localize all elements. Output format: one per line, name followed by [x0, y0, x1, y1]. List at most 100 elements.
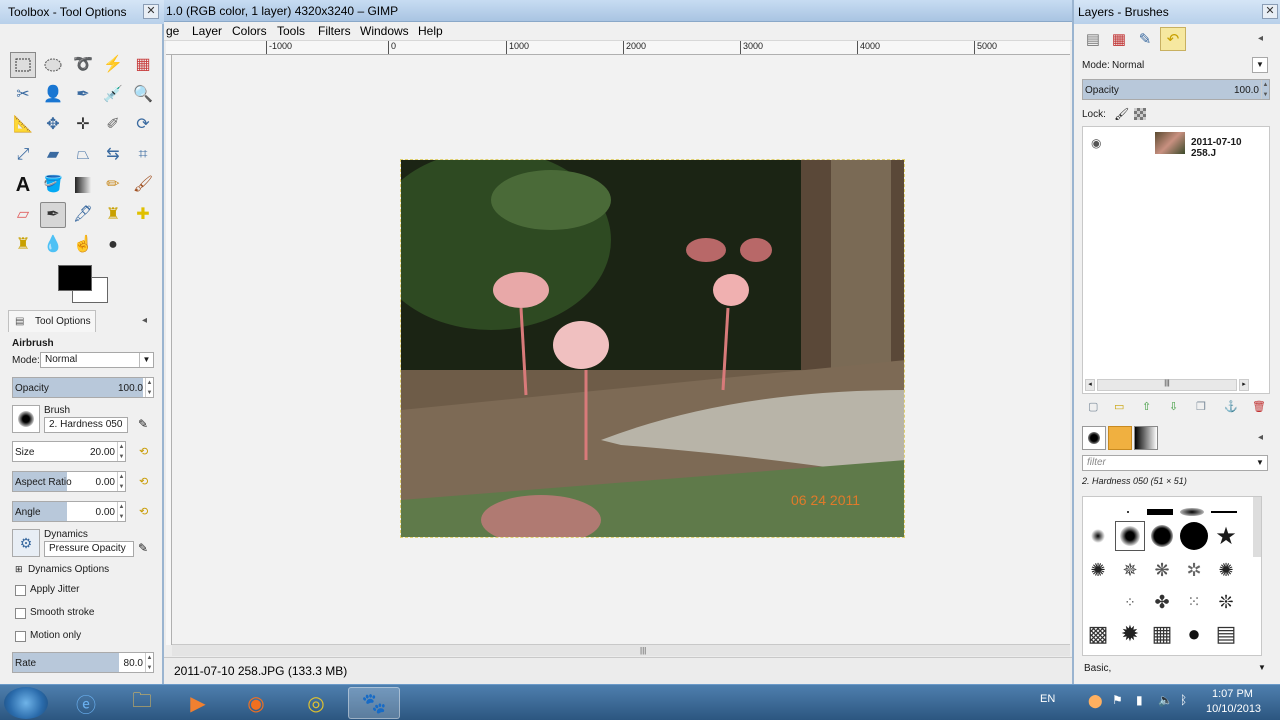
network-icon[interactable]: ▮ [1136, 693, 1143, 707]
start-button[interactable] [4, 687, 48, 719]
brush-field[interactable]: 2. Hardness 050 [44, 417, 128, 433]
brush-item[interactable]: ▦ [1147, 619, 1177, 649]
brush-item[interactable]: ⁘ [1115, 587, 1145, 617]
chevron-down-icon[interactable]: ▼ [1258, 663, 1266, 672]
dodge-burn-icon[interactable]: ● [100, 232, 126, 258]
brush-item[interactable]: ✲ [1179, 555, 1209, 585]
brush-item[interactable]: ● [1179, 619, 1209, 649]
reset-size-icon[interactable]: ⟲ [139, 445, 151, 459]
heal-icon[interactable]: ✚ [130, 202, 156, 228]
gimp-taskbar-icon[interactable]: 🐾 [348, 687, 400, 719]
foreground-select-icon[interactable]: 👤 [40, 82, 66, 108]
flamingo-photo[interactable]: 06 24 2011 [400, 159, 905, 538]
lock-pixels-icon[interactable]: 🖌 [1114, 107, 1129, 121]
layers-tab-icon[interactable]: ▤ [1080, 27, 1106, 51]
paintbrush-icon[interactable]: 🖌 [130, 172, 156, 198]
ellipse-select-icon[interactable] [40, 52, 66, 78]
motion-only-checkbox[interactable] [15, 631, 26, 642]
cage-icon[interactable]: ⌗ [130, 142, 156, 168]
menu-help[interactable]: Help [418, 24, 443, 38]
color-select-icon[interactable]: ▦ [130, 52, 156, 78]
lock-alpha-icon[interactable] [1134, 108, 1146, 120]
measure-icon[interactable]: 📐 [10, 112, 36, 138]
file-explorer-icon[interactable]: 🗀 [116, 687, 168, 719]
menu-layer[interactable]: Layer [192, 24, 222, 38]
brush-item[interactable]: ✹ [1115, 619, 1145, 649]
pencil-icon[interactable]: ✏ [100, 172, 126, 198]
dynamics-icon[interactable]: ⚙ [12, 529, 40, 557]
menu-colors[interactable]: Colors [232, 24, 267, 38]
brush-item[interactable]: ✺ [1083, 555, 1113, 585]
layer-list-scrollbar[interactable]: ||| [1097, 379, 1237, 391]
horizontal-scrollbar[interactable]: ||| [172, 644, 1070, 656]
spin-arrows-icon[interactable]: ▲ ▼ [1261, 80, 1269, 99]
tab-tool-options[interactable]: ▤ Tool Options [8, 310, 96, 332]
opacity-spin[interactable]: Opacity 100.0 ▲ ▼ [12, 377, 154, 398]
scale-icon[interactable]: ⤢ [10, 142, 36, 168]
scroll-left-icon[interactable]: ◂ [1085, 379, 1095, 391]
brush-item[interactable]: ✤ [1147, 587, 1177, 617]
clock-date[interactable]: 10/10/2013 [1206, 703, 1261, 715]
reset-aspect-icon[interactable]: ⟲ [139, 475, 151, 489]
clone-icon[interactable]: ♜ [100, 202, 126, 228]
blur-icon[interactable]: 💧 [40, 232, 66, 258]
tray-app-icon[interactable]: ⬤ [1088, 693, 1103, 709]
toolbox-titlebar[interactable]: Toolbox - Tool Options ✕ [0, 0, 164, 24]
brush-item[interactable]: ❋ [1147, 555, 1177, 585]
rotate-icon[interactable]: ⟳ [130, 112, 156, 138]
perspective-clone-icon[interactable]: ♜ [10, 232, 36, 258]
ink-icon[interactable]: 🖋 [70, 202, 96, 228]
brush-item[interactable] [1179, 521, 1209, 551]
align-icon[interactable]: ✛ [70, 112, 96, 138]
brush-preview[interactable] [12, 405, 40, 433]
menu-image[interactable]: ge [166, 24, 179, 38]
dock-close-button[interactable]: ✕ [1262, 4, 1278, 19]
eraser-icon[interactable]: ▱ [10, 202, 36, 228]
gradients-tab-icon[interactable] [1134, 426, 1158, 450]
paths-tab-icon[interactable]: ✎ [1132, 27, 1158, 51]
free-select-icon[interactable]: ➰ [70, 52, 96, 78]
crop-icon[interactable]: ✐ [100, 112, 126, 138]
foreground-color-swatch[interactable] [58, 265, 92, 291]
scrollbar-grip[interactable]: ||| [640, 646, 646, 655]
brush-filter-input[interactable]: filter ▼ [1082, 455, 1268, 471]
smudge-icon[interactable]: ☝ [70, 232, 96, 258]
layer-opacity-spin[interactable]: Opacity 100.0 ▲ ▼ [1082, 79, 1270, 100]
layer-row[interactable]: ◉ 2011-07-10 258.J [1083, 129, 1269, 159]
clock-time[interactable]: 1:07 PM [1212, 688, 1253, 700]
angle-spin[interactable]: Angle 0.00 ▲ ▼ [12, 501, 126, 522]
channels-tab-icon[interactable]: ▦ [1106, 27, 1132, 51]
airbrush-icon[interactable]: ✒ [40, 202, 66, 228]
delete-layer-icon[interactable]: 🗑 [1252, 400, 1266, 413]
raise-layer-icon[interactable]: ⇧ [1142, 400, 1151, 413]
lower-layer-icon[interactable]: ⇩ [1169, 400, 1178, 413]
paths-icon[interactable]: ✒ [70, 82, 96, 108]
eye-icon[interactable]: ◉ [1091, 136, 1101, 150]
menu-filters[interactable]: Filters [318, 24, 351, 38]
brush-item-selected[interactable] [1115, 521, 1145, 551]
flag-icon[interactable]: ⚑ [1112, 693, 1123, 707]
brush-item[interactable]: ❊ [1211, 587, 1241, 617]
menu-tools[interactable]: Tools [277, 24, 305, 38]
blend-icon[interactable] [70, 172, 96, 198]
canvas-area[interactable]: 06 24 2011 [172, 55, 1070, 644]
dynamics-field[interactable]: Pressure Opacity [44, 541, 134, 557]
expander-plus-icon[interactable]: ⊞ [15, 564, 23, 575]
firefox-icon[interactable]: ◉ [230, 687, 282, 719]
menu-windows[interactable]: Windows [360, 24, 409, 38]
bucket-fill-icon[interactable]: 🪣 [40, 172, 66, 198]
edit-dynamics-icon[interactable]: ✎ [138, 541, 148, 555]
spin-arrows-icon[interactable]: ▲ ▼ [117, 502, 125, 521]
brush-item[interactable] [1147, 521, 1177, 551]
duplicate-layer-icon[interactable]: ❐ [1196, 400, 1206, 413]
text-tool-icon[interactable]: A [10, 172, 36, 198]
aspect-ratio-spin[interactable]: Aspect Ratio 0.00 ▲ ▼ [12, 471, 126, 492]
tab-menu-icon[interactable]: ◂ [1258, 432, 1263, 443]
horizontal-ruler[interactable]: -1000 0 1000 2000 3000 4000 5000 [166, 41, 1070, 55]
patterns-tab-icon[interactable] [1108, 426, 1132, 450]
toolbox-close-button[interactable]: ✕ [143, 4, 159, 19]
brush-item[interactable]: ✵ [1115, 555, 1145, 585]
dynamics-options-expander[interactable]: Dynamics Options [28, 564, 109, 575]
shear-icon[interactable]: ▰ [40, 142, 66, 168]
dock-titlebar[interactable]: Layers - Brushes ✕ [1074, 0, 1280, 24]
